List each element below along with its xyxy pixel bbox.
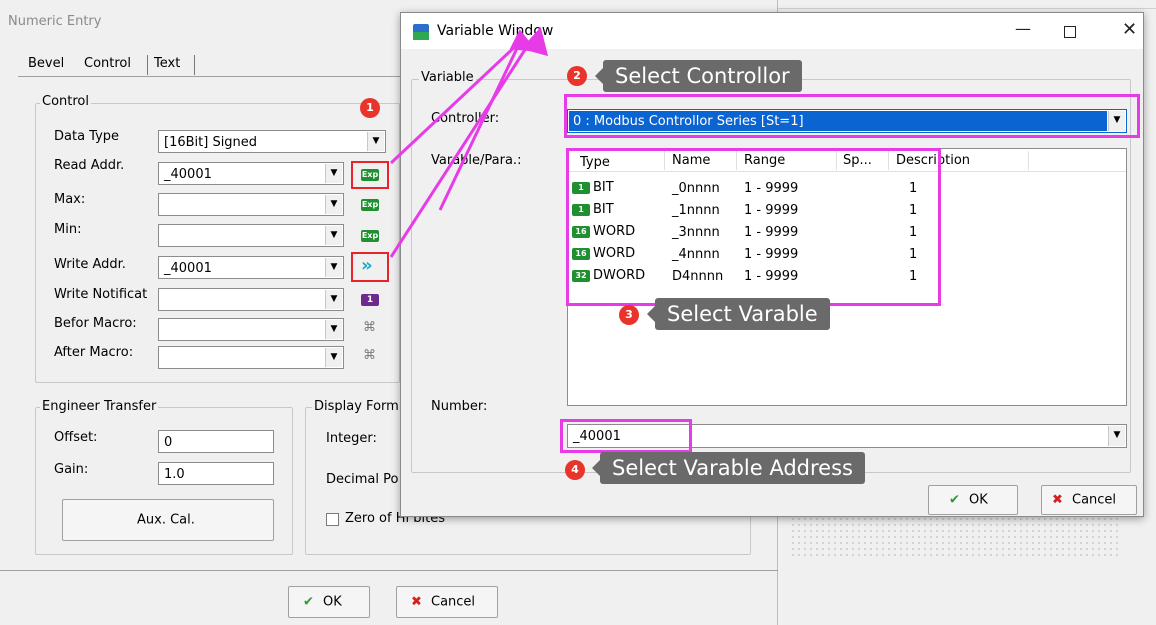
step-marker-4: 4 xyxy=(565,460,585,480)
annotation-arrows xyxy=(389,26,549,258)
step-marker-2: 2 xyxy=(567,66,587,86)
step-marker-3: 3 xyxy=(619,305,639,325)
callout-select-variable-address: Select Varable Address xyxy=(600,452,865,484)
callout-select-variable: Select Varable xyxy=(655,298,830,330)
callout-select-controller: Select Controllor xyxy=(603,60,802,92)
step-marker-1: 1 xyxy=(360,98,380,118)
